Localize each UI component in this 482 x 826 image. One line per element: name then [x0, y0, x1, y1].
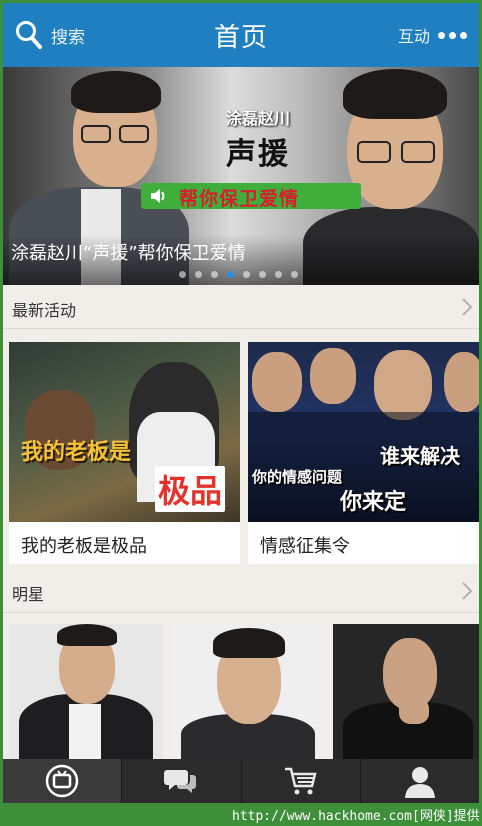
- banner-caption: 涂磊赵川“声援”帮你保卫爱情: [11, 243, 246, 264]
- carousel-dot[interactable]: [291, 271, 298, 278]
- user-icon: [404, 767, 435, 798]
- tab-shop[interactable]: [242, 759, 361, 803]
- activity-art-line2: 谁来解决: [380, 444, 460, 468]
- tab-profile[interactable]: [361, 759, 479, 803]
- banner-brand: 涂磊赵川 声援: [208, 105, 308, 173]
- banner-brand-small: 涂磊赵川: [225, 109, 290, 128]
- cart-icon: [284, 767, 317, 795]
- tv-icon: [45, 764, 79, 798]
- star-card[interactable]: [9, 624, 162, 759]
- speaker-icon: [151, 189, 165, 203]
- activities-header[interactable]: 最新活动: [3, 285, 479, 329]
- activity-art-line1: 我的老板是: [21, 440, 132, 465]
- interact-label: 互动: [397, 27, 430, 46]
- stars-header[interactable]: 明星: [3, 569, 479, 613]
- activity-art-line1: 你的情感问题: [252, 468, 343, 486]
- banner-carousel[interactable]: 涂磊赵川 声援 帮你保卫爱情 涂磊赵川“声援”帮你保卫爱情: [3, 67, 479, 285]
- banner-slogan: 帮你保卫爱情: [179, 188, 300, 210]
- activity-label: 我的老板是极品: [21, 536, 147, 557]
- activity-image: 我的老板是 极品: [9, 342, 240, 522]
- carousel-dot[interactable]: [275, 271, 282, 278]
- app-screen: 搜索 首页 互动 涂磊赵川 声援 帮你保卫爱情 涂磊赵川“声援”帮你保卫爱情 最…: [3, 3, 479, 803]
- chat-icon: [164, 770, 197, 793]
- bottom-tab-bar: [3, 759, 479, 803]
- tab-tv[interactable]: [3, 759, 123, 803]
- chevron-right-icon: [462, 298, 473, 316]
- activity-card[interactable]: 我的老板是 极品 我的老板是极品: [9, 342, 240, 564]
- carousel-dot[interactable]: [227, 271, 234, 278]
- star-card[interactable]: [171, 624, 324, 759]
- tab-chat[interactable]: [122, 759, 242, 803]
- carousel-dot[interactable]: [211, 271, 218, 278]
- activities-title: 最新活动: [12, 301, 77, 320]
- carousel-dot[interactable]: [179, 271, 186, 278]
- activity-label: 情感征集令: [260, 536, 350, 557]
- activity-art-line2: 极品: [155, 466, 226, 512]
- carousel-dot[interactable]: [243, 271, 250, 278]
- top-bar: 搜索 首页 互动: [3, 3, 479, 67]
- banner-slogan-strip: 帮你保卫爱情: [141, 183, 361, 210]
- carousel-dot[interactable]: [259, 271, 266, 278]
- activity-art-line3: 你来定: [340, 490, 407, 515]
- stars-title: 明星: [12, 585, 45, 604]
- banner-brand-big: 声援: [226, 137, 290, 172]
- interact-button[interactable]: 互动: [398, 23, 467, 47]
- carousel-pager: [179, 271, 298, 278]
- star-card[interactable]: [333, 624, 479, 759]
- activity-image: 你的情感问题 谁来解决 你来定: [248, 342, 479, 522]
- chevron-right-icon: [462, 582, 473, 600]
- activity-card[interactable]: 你的情感问题 谁来解决 你来定 情感征集令: [248, 342, 479, 564]
- carousel-dot[interactable]: [195, 271, 202, 278]
- more-icon[interactable]: [438, 31, 467, 39]
- watermark: http://www.hackhome.com[网侠]提供: [232, 809, 480, 824]
